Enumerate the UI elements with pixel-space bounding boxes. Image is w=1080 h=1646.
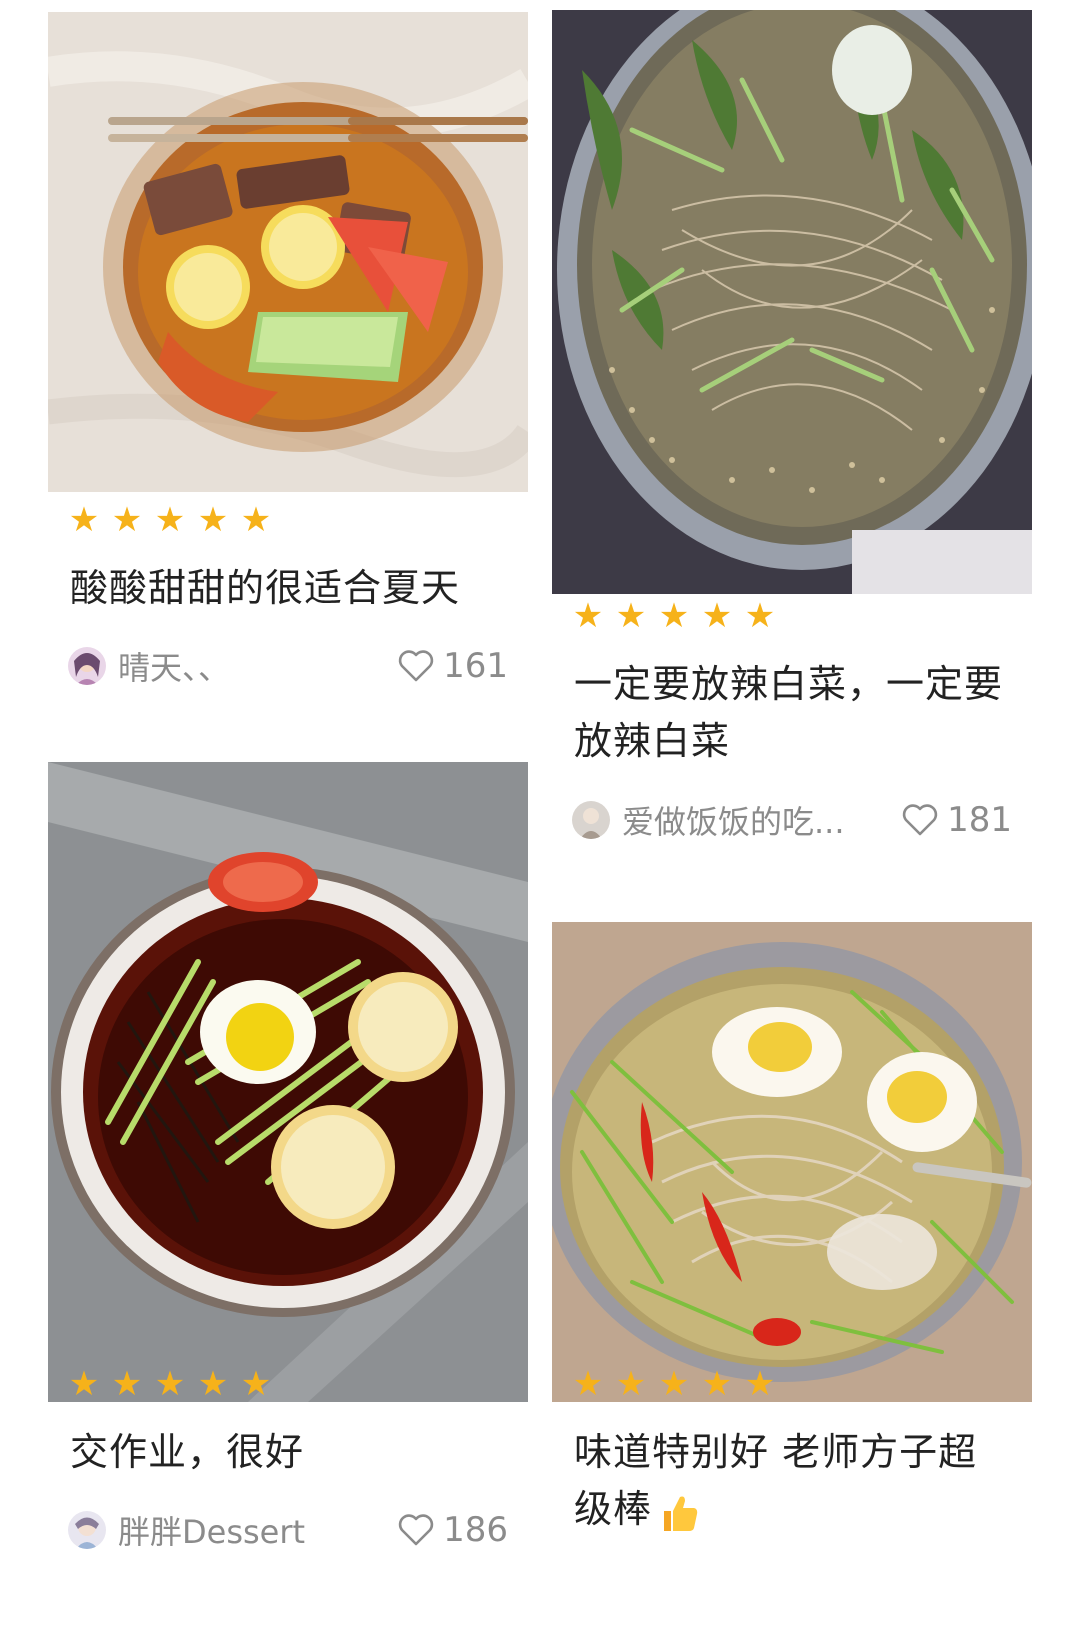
heart-icon: [398, 650, 434, 682]
like-count: 161: [443, 646, 508, 686]
star-icon: ★: [240, 500, 272, 540]
star-icon: ★: [240, 1364, 272, 1404]
star-icon: ★: [197, 500, 229, 540]
star-icon: ★: [154, 500, 186, 540]
like-count: 186: [443, 1510, 508, 1550]
avatar[interactable]: [68, 647, 106, 685]
rating-stars: ★ ★ ★ ★ ★: [572, 1364, 776, 1404]
heart-icon: [902, 804, 938, 836]
card-photo[interactable]: [552, 922, 1032, 1402]
star-icon: ★: [615, 596, 647, 636]
avatar[interactable]: [572, 801, 610, 839]
star-icon: ★: [572, 596, 604, 636]
star-icon: ★: [615, 1364, 647, 1404]
star-icon: ★: [111, 500, 143, 540]
star-icon: ★: [701, 596, 733, 636]
thumbs-up-icon: [664, 1496, 698, 1531]
card-title-text: 味道特别好 老师方子超级棒: [574, 1430, 978, 1531]
star-icon: ★: [68, 1364, 100, 1404]
card-photo[interactable]: [552, 10, 1032, 594]
card-photo[interactable]: [48, 12, 528, 492]
card-title: 酸酸甜甜的很适合夏天: [70, 566, 461, 610]
card-title: 味道特别好 老师方子超级棒: [574, 1424, 1004, 1538]
card-meta: 晴天、、 161: [68, 642, 508, 690]
star-icon: ★: [111, 1364, 143, 1404]
star-icon: ★: [68, 500, 100, 540]
star-icon: ★: [744, 1364, 776, 1404]
card-title: 交作业，很好: [70, 1430, 305, 1474]
author-name[interactable]: 爱做饭饭的吃...: [622, 797, 887, 843]
like-button[interactable]: 161: [395, 645, 508, 687]
card-meta: 胖胖Dessert 186: [68, 1506, 508, 1554]
heart-icon: [398, 1514, 434, 1546]
star-icon: ★: [197, 1364, 229, 1404]
like-button[interactable]: 181: [899, 799, 1012, 841]
star-icon: ★: [658, 596, 690, 636]
avatar[interactable]: [68, 1511, 106, 1549]
recipe-card[interactable]: ★ ★ ★ ★ ★ 酸酸甜甜的很适合夏天 晴天、、 161: [48, 12, 528, 720]
recipe-card[interactable]: ★ ★ ★ ★ ★ 一定要放辣白菜，一定要放辣白菜 爱做饭饭的吃... 181: [552, 10, 1032, 870]
card-photo[interactable]: [48, 762, 528, 1402]
rating-stars: ★ ★ ★ ★ ★: [68, 500, 272, 540]
rating-stars: ★ ★ ★ ★ ★: [68, 1364, 272, 1404]
star-icon: ★: [701, 1364, 733, 1404]
author-name[interactable]: 晴天、、: [118, 643, 383, 689]
card-title: 一定要放辣白菜，一定要放辣白菜: [574, 662, 1004, 763]
author-name[interactable]: 胖胖Dessert: [118, 1507, 383, 1553]
recipe-card[interactable]: ★ ★ ★ ★ ★ 味道特别好 老师方子超级棒: [552, 922, 1032, 1646]
star-icon: ★: [744, 596, 776, 636]
recipe-card[interactable]: ★ ★ ★ ★ ★ 交作业，很好 胖胖Dessert 186: [48, 762, 528, 1646]
star-icon: ★: [658, 1364, 690, 1404]
like-button[interactable]: 186: [395, 1509, 508, 1551]
star-icon: ★: [154, 1364, 186, 1404]
like-count: 181: [947, 800, 1012, 840]
card-meta: 爱做饭饭的吃... 181: [572, 796, 1012, 844]
star-icon: ★: [572, 1364, 604, 1404]
rating-stars: ★ ★ ★ ★ ★: [572, 596, 776, 636]
